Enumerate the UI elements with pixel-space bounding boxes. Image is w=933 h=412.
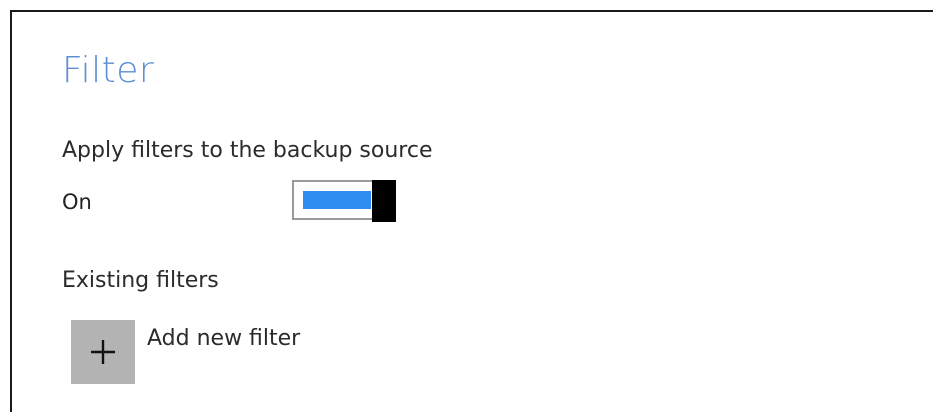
filter-state-label: On bbox=[62, 190, 92, 214]
filter-panel: Filter Apply filters to the backup sourc… bbox=[10, 10, 933, 412]
toggle-knob[interactable] bbox=[372, 180, 396, 222]
apply-filters-label: Apply filters to the backup source bbox=[62, 138, 433, 163]
add-filter-icon-button[interactable] bbox=[71, 320, 135, 384]
add-new-filter-label[interactable]: Add new filter bbox=[147, 326, 300, 351]
plus-icon bbox=[91, 340, 115, 364]
apply-filters-toggle[interactable] bbox=[292, 180, 396, 222]
toggle-track-fill bbox=[303, 191, 371, 209]
page-title: Filter bbox=[62, 50, 155, 91]
existing-filters-label: Existing filters bbox=[62, 268, 219, 293]
